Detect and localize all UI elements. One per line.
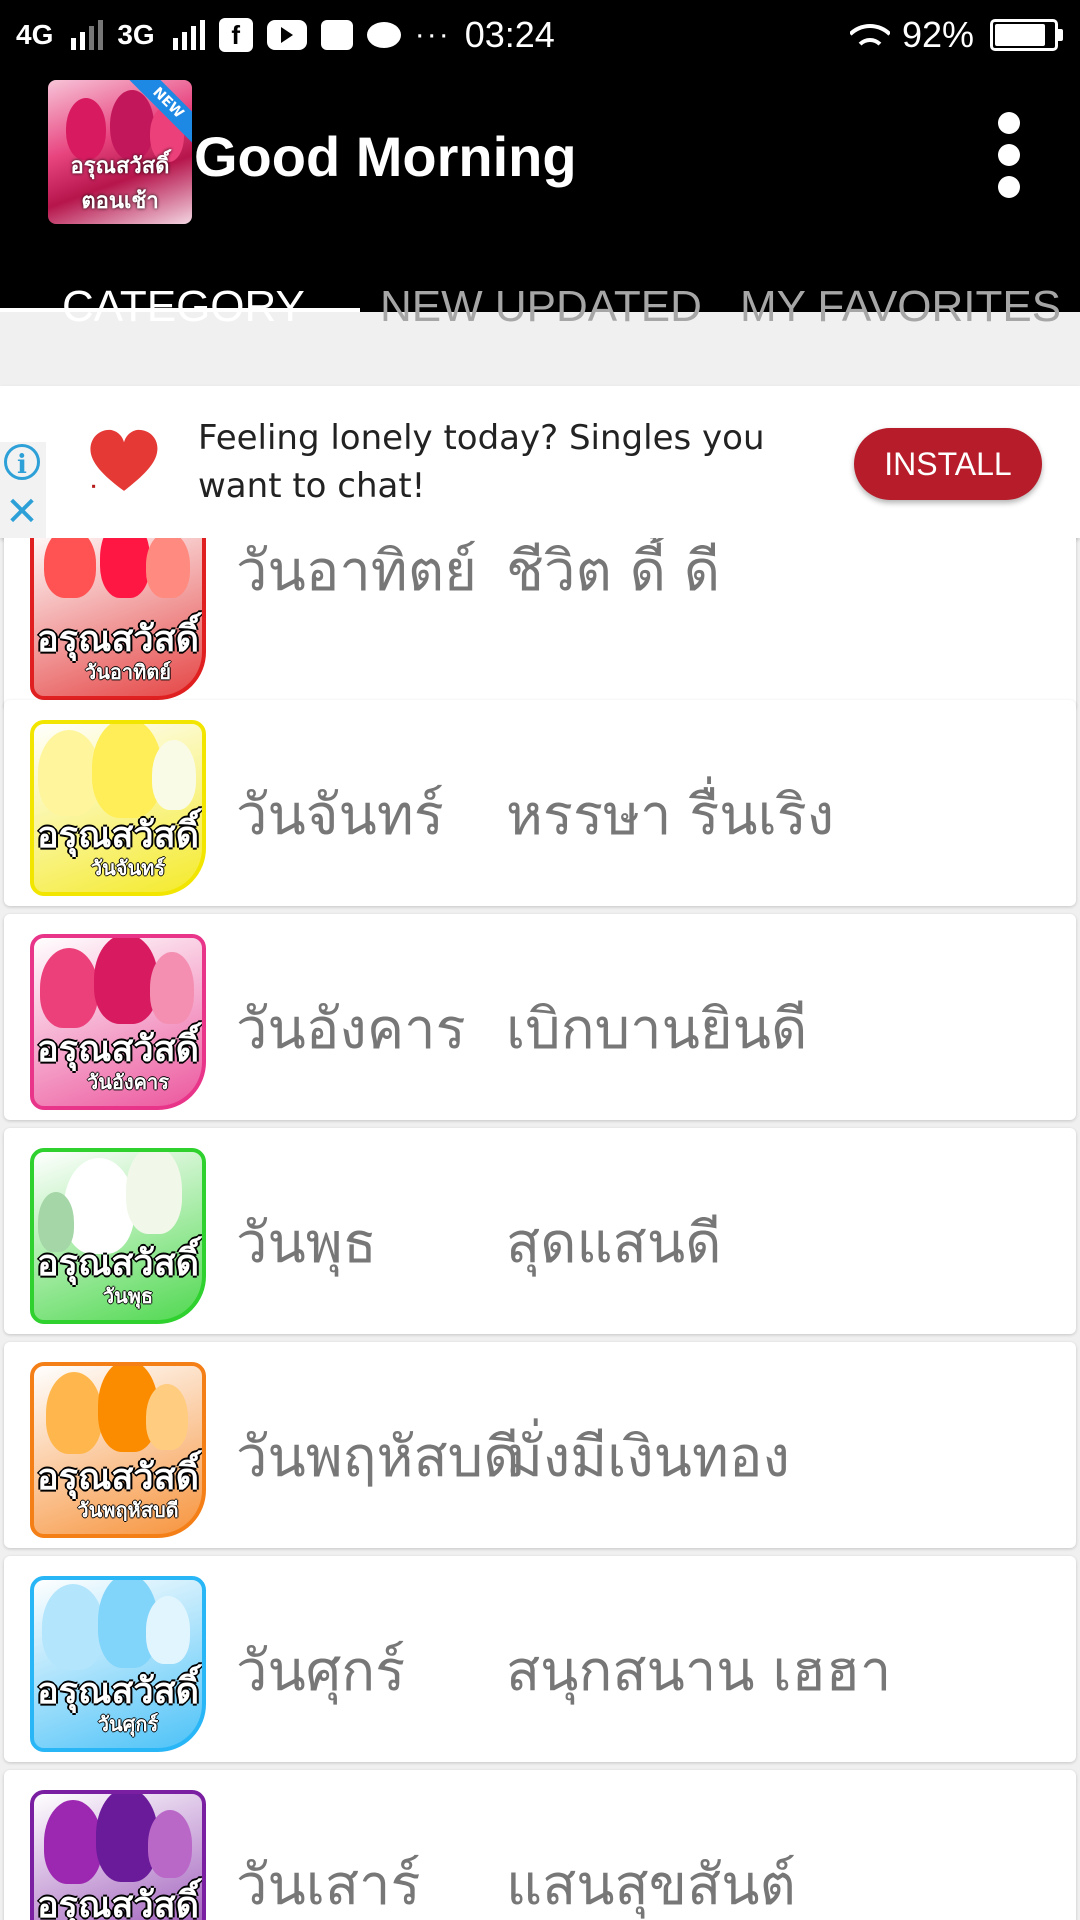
category-thumbnail: อรุณสวัสดิ์ วันอังคาร (30, 934, 206, 1110)
ad-info-icon[interactable]: i (4, 444, 40, 480)
flower-shape (146, 538, 190, 598)
logo-text: อรุณสวัสดิ์ ตอนเช้า (70, 154, 170, 214)
thumbnail-day-label: วันอาทิตย์ (84, 660, 172, 684)
flower-shape (44, 538, 96, 598)
flower-shape (126, 1152, 182, 1234)
category-item[interactable]: อรุณสวัสดิ์ วันจันทร์ วันจันทร์ หรรษา รื่นเ… (4, 700, 1076, 906)
category-thumbnail: อรุณสวัสดิ์ วันจันทร์ (30, 720, 206, 896)
tab-indicator (0, 308, 360, 312)
flower-shape (38, 730, 100, 816)
wifi-icon (849, 20, 890, 50)
category-item[interactable]: อรุณสวัสดิ์ วันอังคาร วันอังคาร เบิกบานยินด… (4, 914, 1076, 1120)
ad-close-icon[interactable]: ✕ (2, 490, 42, 534)
battery-fill (995, 24, 1045, 46)
flower-shape (42, 1584, 104, 1670)
category-thumbnail: อรุณสวัสดิ์ วันพุธ (30, 1148, 206, 1324)
flower-shape (100, 538, 150, 598)
more-notifications-icon: ··· (414, 18, 451, 51)
category-blessing: แสนสุขสันต์ (506, 1853, 796, 1918)
app-logo: NEW อรุณสวัสดิ์ ตอนเช้า (48, 80, 192, 224)
tab-my-favorites[interactable]: MY FAVORITES (740, 282, 1061, 332)
category-item[interactable]: อรุณสวัสดิ์ วันเสาร์ แสนสุขสันต์ (4, 1770, 1076, 1920)
category-day: วันพฤหัสบดี (236, 1425, 520, 1490)
ad-text: Feeling lonely today? Singles you want t… (198, 418, 765, 506)
flower-shape (146, 1384, 188, 1450)
battery-percent: 92% (901, 14, 974, 55)
category-day: วันเสาร์ (236, 1853, 421, 1918)
thumbnail-day-label: วันพฤหัสบดี (77, 1498, 179, 1522)
flower-shape (148, 1810, 192, 1878)
category-blessing: มั่งมีเงินทอง (506, 1425, 790, 1490)
signal-icon-2 (172, 20, 205, 50)
app-title: Good Morning (194, 125, 577, 188)
status-bar-right: 92% (849, 14, 1063, 56)
message-icon (320, 20, 353, 50)
flower-shape (40, 948, 98, 1028)
flower-shape (44, 1800, 102, 1884)
category-blessing: เบิกบานยินดี (506, 997, 808, 1062)
flower-shape (150, 952, 194, 1024)
category-thumbnail: อรุณสวัสดิ์ (30, 1790, 206, 1920)
tab-new-updated[interactable]: NEW UPDATED (380, 282, 702, 332)
category-thumbnail: อรุณสวัสดิ์ วันศุกร์ (30, 1576, 206, 1752)
facebook-icon: f (218, 18, 253, 52)
thumbnail-day-label: วันอังคาร (86, 1070, 170, 1094)
category-day: วันอังคาร (236, 997, 466, 1062)
overflow-menu-icon[interactable] (992, 112, 1028, 198)
app-bar: NEW อรุณสวัสดิ์ ตอนเช้า Good Morning CAT… (0, 72, 1080, 331)
battery-icon (990, 19, 1063, 51)
flower-shape (146, 1596, 190, 1664)
category-day: วันศุกร์ (236, 1639, 406, 1704)
install-button[interactable]: INSTALL (854, 428, 1042, 500)
flower-shape (46, 1372, 102, 1454)
network-type-3g: 3G (117, 19, 155, 50)
status-time: 03:24 (464, 14, 555, 55)
category-item[interactable]: อรุณสวัสดิ์ วันศุกร์ วันศุกร์ สนุกสนาน เฮฮา (4, 1556, 1076, 1762)
category-day: วันจันทร์ (236, 783, 444, 848)
heart-icon (90, 429, 158, 491)
signal-icon (71, 20, 104, 50)
youtube-icon (266, 20, 307, 50)
category-blessing: ชีวิต ดี้ ดี (506, 539, 721, 604)
thumbnail-day-label: วันพุธ (102, 1284, 154, 1308)
thumbnail-day-label: วันจันทร์ (90, 856, 166, 880)
ad-banner[interactable]: i ✕ Feeling lonely today? Singles you wa… (0, 386, 1080, 538)
network-type-4g: 4G (16, 19, 54, 50)
category-day: วันอาทิตย์ (236, 539, 477, 604)
category-item[interactable]: อรุณสวัสดิ์ วันอาทิตย์ วันอาทิตย์ ชีวิต ดี้… (4, 538, 1076, 710)
category-thumbnail: อรุณสวัสดิ์ วันอาทิตย์ (30, 538, 206, 700)
flower-shape (152, 740, 196, 810)
thumbnail-day-label: วันศุกร์ (97, 1712, 159, 1736)
status-bar-left: 4G 3G f ··· 03:24 (16, 14, 555, 56)
category-thumbnail: อรุณสวัสดิ์ วันพฤหัสบดี (30, 1362, 206, 1538)
category-item[interactable]: อรุณสวัสดิ์ วันพุธ วันพุธ สุดแสนดี (4, 1128, 1076, 1334)
category-blessing: สนุกสนาน เฮฮา (506, 1639, 892, 1704)
category-blessing: สุดแสนดี (506, 1211, 722, 1276)
thumbnail-title: อรุณสวัสดิ์ (37, 1885, 199, 1920)
status-bar: 4G 3G f ··· 03:24 92% (0, 0, 1080, 72)
category-blessing: หรรษา รื่นเริง (506, 783, 835, 848)
category-list[interactable]: อรุณสวัสดิ์ วันอาทิตย์ วันอาทิตย์ ชีวิต ดี้… (0, 538, 1080, 1920)
category-day: วันพุธ (236, 1211, 377, 1276)
chat-icon (366, 22, 401, 48)
tab-category[interactable]: CATEGORY (62, 282, 305, 332)
flower-shape (94, 938, 158, 1024)
category-item[interactable]: อรุณสวัสดิ์ วันพฤหัสบดี วันพฤหัสบดี มั่งมีเ… (4, 1342, 1076, 1548)
